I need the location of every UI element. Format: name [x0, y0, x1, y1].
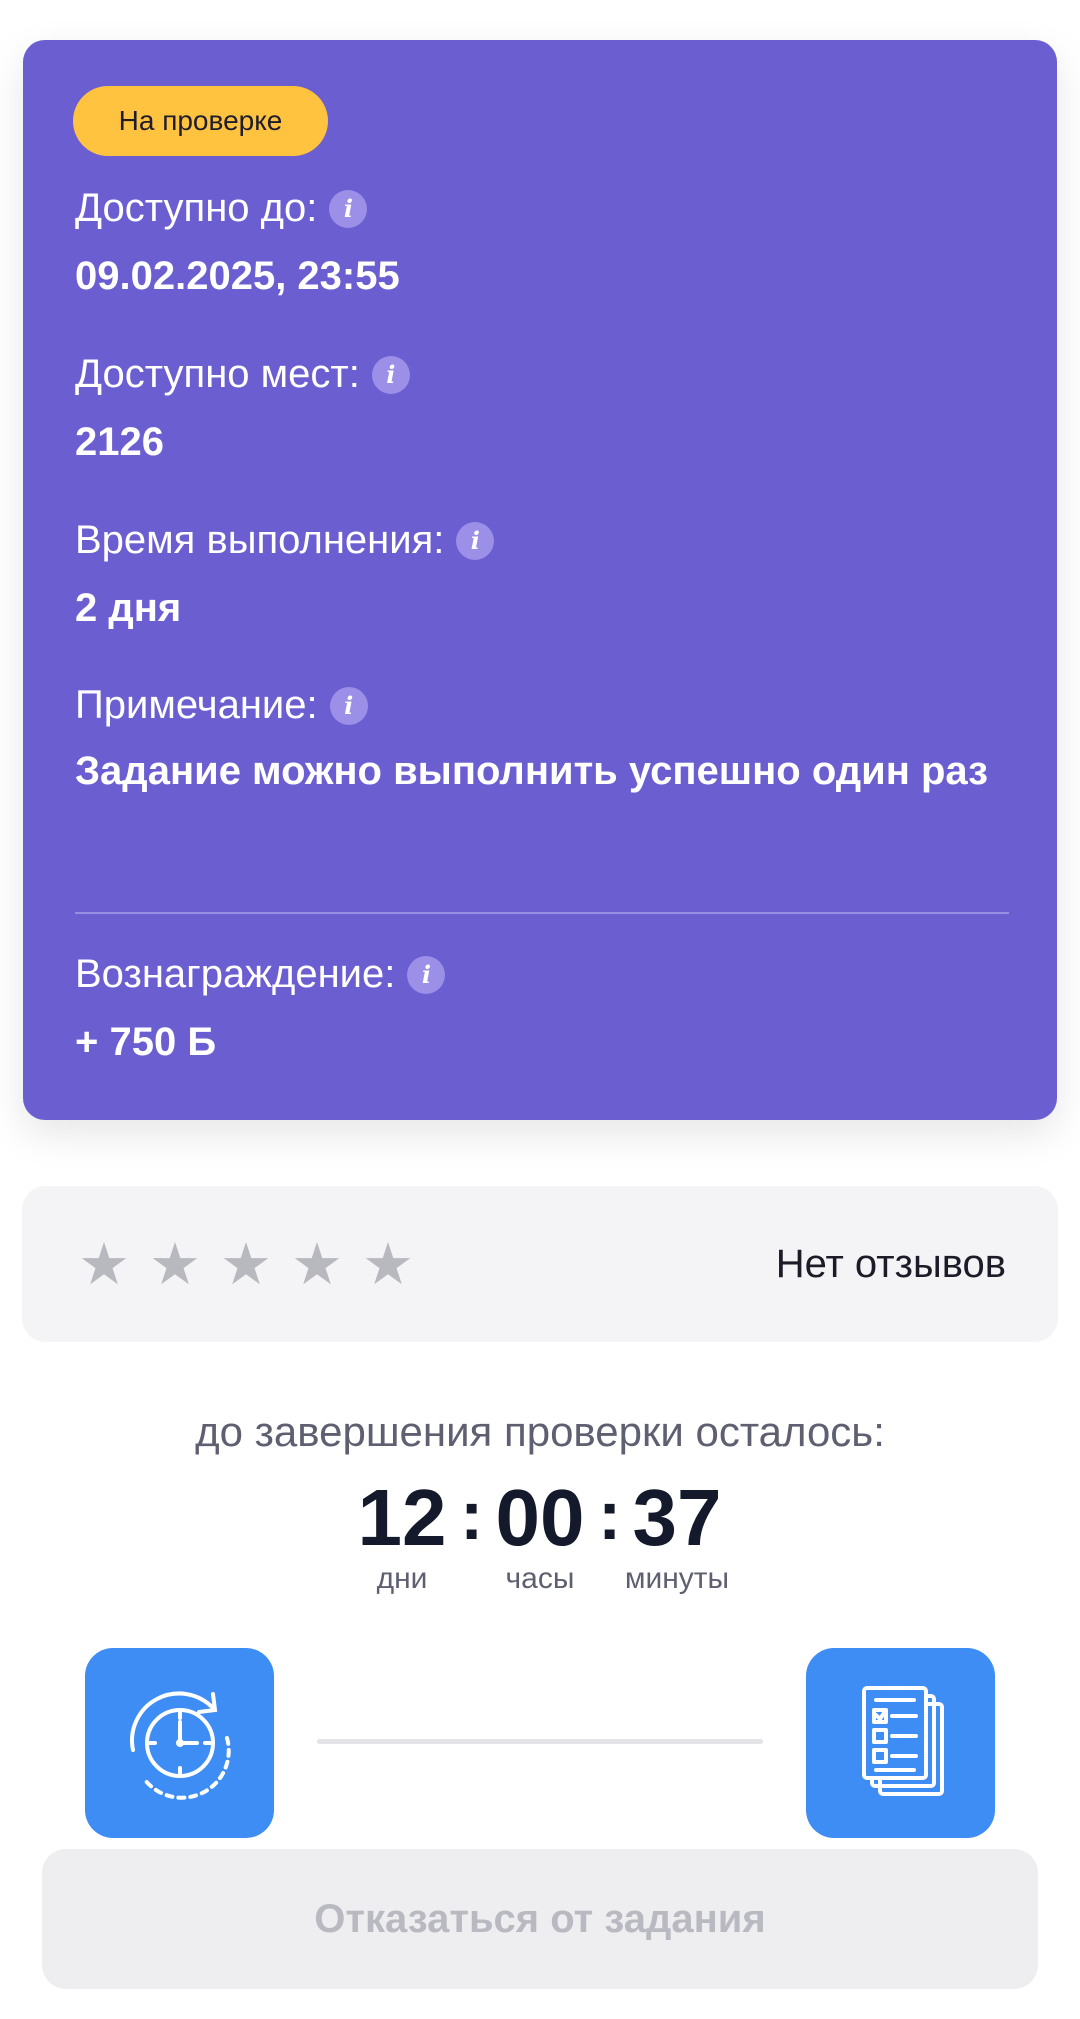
reward-value: + 750 Б	[75, 1020, 217, 1064]
status-badge: На проверке	[73, 86, 328, 156]
star-icon: ★	[291, 1230, 343, 1298]
reward-label: Вознаграждение: i	[75, 952, 446, 997]
countdown-hours-label: часы	[505, 1562, 575, 1595]
note-label-text: Примечание:	[75, 683, 318, 727]
info-icon[interactable]: i	[329, 189, 368, 228]
available-until-label: Доступно до: i	[75, 186, 368, 231]
star-icon: ★	[362, 1230, 414, 1298]
countdown-caption: до завершения проверки осталось:	[195, 1408, 885, 1455]
places-label-text: Доступно мест:	[75, 352, 360, 396]
star-icon: ★	[149, 1230, 201, 1298]
available-until-label-text: Доступно до:	[75, 186, 318, 230]
duration-label: Время выполнения: i	[75, 518, 495, 563]
no-reviews-text: Нет отзывов	[775, 1242, 1006, 1286]
progress-track	[317, 1739, 763, 1744]
available-until-value: 09.02.2025, 23:55	[75, 254, 400, 298]
card-divider	[75, 912, 1009, 914]
rating-card: ★ ★ ★ ★ ★ Нет отзывов	[22, 1186, 1058, 1342]
countdown-days: 12	[357, 1473, 447, 1562]
info-icon[interactable]: i	[371, 355, 410, 394]
rating-stars: ★ ★ ★ ★ ★	[78, 1230, 414, 1298]
countdown-minutes-label: минуты	[624, 1562, 730, 1595]
reward-label-text: Вознаграждение:	[75, 952, 396, 996]
info-icon[interactable]: i	[407, 955, 446, 994]
duration-value: 2 дня	[75, 586, 182, 630]
star-icon: ★	[78, 1230, 130, 1298]
clock-refresh-icon	[129, 1691, 231, 1800]
countdown-timer: 12 : 00 : 37 дни часы минуты	[0, 1470, 1080, 1600]
checklist-tile[interactable]	[806, 1648, 995, 1838]
decline-task-button[interactable]: Отказаться от задания	[42, 1849, 1038, 1989]
note-label: Примечание: i	[75, 683, 368, 728]
note-value: Задание можно выполнить успешно один раз	[75, 749, 989, 793]
countdown-days-label: дни	[376, 1562, 428, 1595]
task-info-card: На проверке Доступно до: i 09.02.2025, 2…	[23, 40, 1057, 1120]
status-timer-tile[interactable]	[85, 1648, 274, 1838]
countdown-minutes: 37	[632, 1473, 722, 1562]
countdown-hours: 00	[495, 1473, 585, 1562]
checklist-documents-icon	[861, 1686, 944, 1796]
duration-label-text: Время выполнения:	[75, 518, 445, 562]
info-icon[interactable]: i	[456, 521, 495, 560]
info-icon[interactable]: i	[329, 686, 368, 725]
places-label: Доступно мест: i	[75, 352, 410, 397]
star-icon: ★	[220, 1230, 272, 1298]
places-value: 2126	[75, 420, 164, 464]
